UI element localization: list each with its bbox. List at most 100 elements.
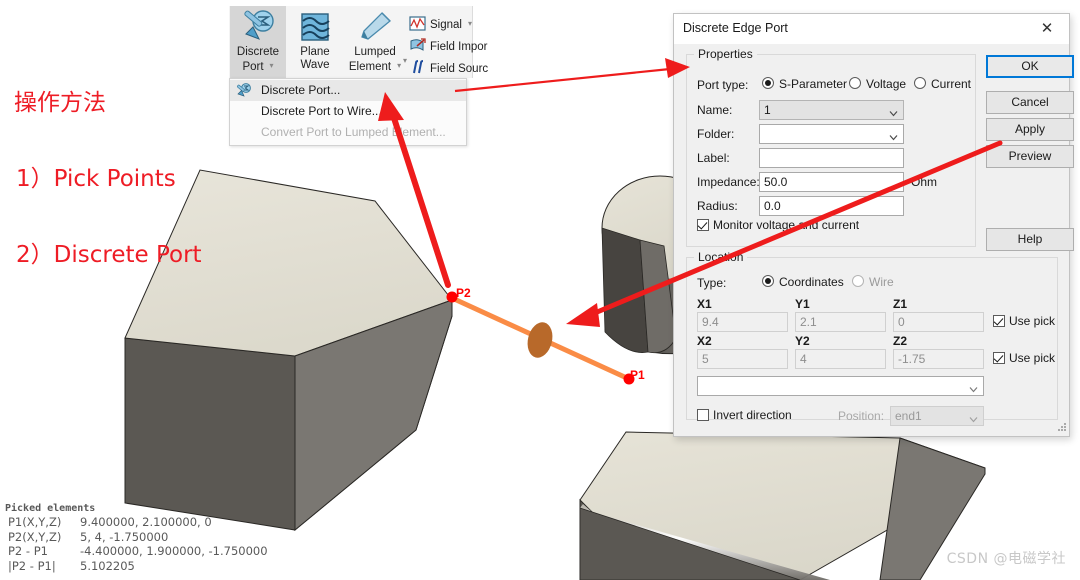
chevron-down-icon [969, 411, 978, 423]
radio-coordinates[interactable]: Coordinates [762, 275, 844, 289]
picked-row-value: 5, 4, -1.750000 [80, 529, 169, 544]
name-combobox[interactable]: 1 [759, 100, 904, 120]
watermark: CSDN @电磁学社 [946, 551, 1066, 567]
radio-voltage[interactable]: Voltage [849, 77, 906, 91]
chevron-down-icon[interactable]: ▾ [397, 59, 401, 72]
radio-wire[interactable]: Wire [852, 275, 894, 289]
annotation-step-2: 2）Discrete Port [16, 241, 202, 268]
name-value: 1 [764, 103, 771, 117]
ribbon-label-line1: Discrete [236, 46, 280, 58]
x1-input[interactable]: 9.4 [697, 312, 788, 332]
chevron-down-icon[interactable]: ▾ [270, 59, 274, 72]
chevron-down-icon [889, 105, 898, 117]
monitor-voltage-current-checkbox[interactable]: Monitor voltage and current [697, 219, 859, 232]
field-import-icon [409, 38, 426, 54]
menu-item-convert-port-to-lumped-element: Convert Port to Lumped Element... [230, 122, 466, 143]
preview-button[interactable]: Preview [986, 145, 1074, 168]
invert-direction-checkbox[interactable]: Invert direction [697, 409, 792, 422]
x1-header: X1 [697, 297, 712, 311]
ok-button[interactable]: OK [986, 55, 1074, 78]
position-label: Position: [838, 409, 885, 423]
ribbon-label-line2: Element ▾ [348, 59, 402, 73]
ribbon-item-label: Field Sourc [430, 63, 489, 75]
close-icon[interactable]: ✕ [1025, 14, 1069, 43]
ribbon-item-signal[interactable]: Signal ▾ [409, 13, 472, 35]
lumped-element-chevron-icon[interactable]: ▾ [403, 56, 407, 65]
y1-input[interactable]: 2.1 [795, 312, 886, 332]
menu-item-discrete-port[interactable]: Discrete Port... [230, 80, 466, 101]
discrete-port-icon [230, 8, 286, 46]
pick-list-combobox[interactable] [697, 376, 984, 396]
ribbon-item-label: Field Impor [430, 41, 488, 53]
ribbon-button-plane-wave[interactable]: Plane Wave [287, 6, 343, 78]
ribbon-item-field-import[interactable]: Field Impor [409, 36, 488, 58]
y1-header: Y1 [795, 297, 810, 311]
chevron-down-icon[interactable]: ▾ [468, 13, 472, 35]
picked-elements-header: Picked elements [5, 503, 96, 514]
z1-input[interactable]: 0 [893, 312, 984, 332]
picked-row: P1(X,Y,Z) 9.400000, 2.100000, 0 [5, 515, 268, 530]
dialog-title: Discrete Edge Port [683, 21, 788, 35]
y2-input[interactable]: 4 [795, 349, 886, 369]
properties-legend: Properties [694, 47, 757, 61]
ribbon-label-line1: Plane [300, 46, 330, 58]
position-value: end1 [895, 409, 922, 423]
right-box[interactable] [579, 431, 986, 580]
help-button[interactable]: Help [986, 228, 1074, 251]
annotation-title: 操作方法 [14, 90, 106, 117]
discrete-port-dropdown-menu: Discrete Port... Discrete Port to Wire..… [229, 78, 467, 146]
z2-input[interactable]: -1.75 [893, 349, 984, 369]
instruction-annotation: 操作方法 1）Pick Points 2）Discrete Port [14, 44, 202, 316]
ribbon-item-field-source[interactable]: Field Sourc [409, 58, 488, 80]
plane-wave-icon [287, 8, 343, 46]
z1-header: Z1 [893, 297, 908, 311]
impedance-unit: Ohm [911, 175, 938, 189]
picked-row: P2 - P1 -4.400000, 1.900000, -1.750000 [5, 544, 268, 559]
signal-icon [409, 16, 426, 32]
picked-elements-panel: Picked elements P1(X,Y,Z) 9.400000, 2.100… [5, 503, 268, 573]
port-type-label: Port type: [697, 78, 749, 92]
impedance-label: Impedance: [697, 175, 760, 189]
picked-row-label: P2 - P1 [8, 544, 48, 558]
label-input[interactable] [759, 148, 904, 168]
discrete-port-icon [236, 83, 252, 98]
impedance-input[interactable]: 50.0 [759, 172, 904, 192]
resize-grip[interactable] [1054, 421, 1067, 434]
radio-s-parameter[interactable]: S-Parameter [762, 77, 847, 91]
dialog-titlebar[interactable]: Discrete Edge Port ✕ [674, 14, 1069, 44]
folder-combobox[interactable] [759, 124, 904, 144]
position-combobox: end1 [890, 406, 984, 426]
radius-input[interactable]: 0.0 [759, 196, 904, 216]
picked-row: |P2 - P1| 5.102205 [5, 559, 268, 574]
ribbon-toolbar: Discrete Port ▾ Plane Wave Lumped Elemen… [229, 6, 488, 78]
menu-item-label: Discrete Port... [261, 83, 341, 97]
location-legend: Location [694, 250, 748, 264]
name-label: Name: [697, 103, 733, 117]
point-label-p2: P2 [456, 286, 471, 300]
radio-current[interactable]: Current [914, 77, 971, 91]
discrete-port-line [449, 295, 632, 382]
picked-row-label: |P2 - P1| [8, 558, 56, 573]
z2-header: Z2 [893, 334, 908, 348]
x2-input[interactable]: 5 [697, 349, 788, 369]
apply-button[interactable]: Apply [986, 118, 1074, 141]
discrete-edge-port-dialog: Discrete Edge Port ✕ Properties Port typ… [673, 13, 1074, 437]
cancel-button[interactable]: Cancel [986, 91, 1074, 114]
picked-row-value: 5.102205 [80, 558, 135, 573]
menu-item-discrete-port-to-wire[interactable]: Discrete Port to Wire... [230, 101, 466, 122]
screenshot-root: P2 P1 操作方法 1）Pick Points 2）Discrete Port… [0, 0, 1080, 580]
ribbon-button-discrete-port[interactable]: Discrete Port ▾ [230, 6, 286, 78]
ribbon-item-label: Signal [430, 19, 462, 31]
ribbon-label-line2: Port ▾ [242, 59, 274, 73]
use-pick-row1-checkbox[interactable]: Use pick [993, 315, 1055, 328]
ribbon-button-lumped-element[interactable]: Lumped Element ▾ [344, 6, 406, 78]
picked-row-value: -4.400000, 1.900000, -1.750000 [80, 544, 268, 558]
radius-label: Radius: [697, 199, 738, 213]
label-label: Label: [697, 151, 730, 165]
menu-item-label: Convert Port to Lumped Element... [261, 125, 446, 139]
chevron-down-icon [969, 381, 978, 393]
annotation-step-1: 1）Pick Points [16, 166, 176, 193]
picked-row-value: 9.400000, 2.100000, 0 [80, 515, 212, 529]
menu-item-label: Discrete Port to Wire... [261, 104, 382, 118]
use-pick-row2-checkbox[interactable]: Use pick [993, 352, 1055, 365]
